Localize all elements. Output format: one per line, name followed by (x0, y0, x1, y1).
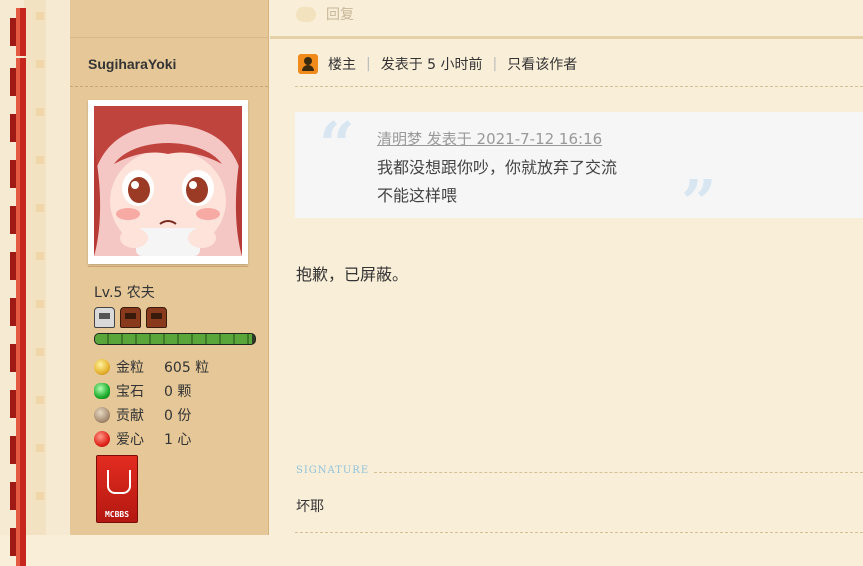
bead-decoration (36, 156, 44, 164)
bead-decoration (36, 444, 44, 452)
divider (295, 86, 863, 87)
signature-text: 坏耶 (296, 499, 324, 515)
experience-bar (94, 333, 256, 345)
username-link[interactable]: SugiharaYoki (88, 56, 176, 72)
open-quote-icon: “ (319, 108, 355, 181)
divider (374, 472, 863, 473)
reply-label: 回复 (326, 7, 354, 23)
bead-decoration (36, 396, 44, 404)
stat-value: 1 心 (164, 432, 192, 448)
gold-nugget-icon (94, 359, 110, 375)
brick-decoration (10, 196, 26, 244)
close-quote-icon: ” (681, 166, 717, 239)
user-level: Lv.5 农夫 (94, 285, 155, 301)
stat-value: 0 颗 (164, 384, 192, 400)
stat-label: 贡献 (116, 408, 144, 424)
brick-decoration (10, 150, 26, 198)
bead-decoration (36, 492, 44, 500)
avatar-image (94, 106, 242, 256)
quote-source-link[interactable]: 清明梦 发表于 2021-7-12 16:16 (377, 128, 602, 149)
quote-text: 我都没想跟你吵，你就放弃了交流 (377, 158, 618, 177)
divider (88, 266, 248, 267)
brick-decoration (10, 426, 26, 474)
badge-icon[interactable] (94, 307, 115, 328)
speech-bubble-icon (296, 6, 316, 22)
heart-apple-icon (94, 431, 110, 447)
brick-decoration (10, 518, 26, 566)
gem-icon (94, 383, 110, 399)
reply-button[interactable]: 回复 (296, 4, 354, 24)
badge-icon[interactable] (120, 307, 141, 328)
signature-label: SIGNATURE (296, 465, 370, 476)
brick-decoration (10, 8, 26, 56)
user-panel-top (70, 0, 268, 38)
contribution-icon (94, 407, 110, 423)
post-time: 发表于 5 小时前 (380, 57, 483, 73)
avatar[interactable] (88, 100, 248, 264)
brick-decoration (10, 58, 26, 106)
decorative-border (0, 0, 70, 566)
brick-decoration (10, 288, 26, 336)
bead-decoration (36, 108, 44, 116)
medal-icon[interactable]: MCBBS (96, 455, 138, 523)
bead-decoration (36, 12, 44, 20)
medal-label: MCBBS (104, 510, 130, 519)
bead-decoration (36, 252, 44, 260)
stat-gem: 宝石 0 颗 (94, 379, 209, 403)
bead-decoration (36, 300, 44, 308)
post-content: 回复 楼主 | 发表于 5 小时前 | 只看该作者 “ ” 清明梦 发表于 20… (270, 0, 863, 535)
badge-icon[interactable] (146, 307, 167, 328)
stat-love: 爱心 1 心 (94, 427, 209, 451)
thread-owner-icon (298, 54, 318, 74)
only-author-link[interactable]: 只看该作者 (507, 54, 577, 74)
stat-label: 爱心 (116, 432, 144, 448)
bead-decoration (36, 348, 44, 356)
cup-icon (107, 470, 131, 494)
bead-decoration (36, 60, 44, 68)
quote-block: “ ” 清明梦 发表于 2021-7-12 16:16 我都没想跟你吵，你就放弃… (295, 108, 863, 234)
post-body: 抱歉，已屏蔽。 (296, 265, 409, 284)
separator: | (492, 56, 498, 72)
brick-decoration (10, 242, 26, 290)
stat-label: 宝石 (116, 384, 144, 400)
brick-decoration (10, 472, 26, 520)
user-info-panel: SugiharaYoki Lv.5 农夫 金粒 605 粒 宝石 0 颗 贡献 … (70, 0, 269, 535)
stat-value: 0 份 (164, 408, 192, 424)
post-meta: 楼主 | 发表于 5 小时前 | 只看该作者 (298, 54, 577, 74)
divider (70, 86, 268, 87)
divider (295, 532, 863, 533)
previous-post-footer: 回复 (270, 0, 863, 39)
brick-decoration (10, 380, 26, 428)
brick-decoration (10, 104, 26, 152)
separator: | (366, 56, 371, 72)
brick-decoration (10, 334, 26, 382)
experience-bar-fill (95, 334, 252, 344)
stat-gold: 金粒 605 粒 (94, 355, 209, 379)
floor-label: 楼主 (328, 57, 356, 73)
bead-decoration (36, 204, 44, 212)
quote-text: 不能这样喂 (377, 186, 458, 205)
stat-value: 605 粒 (164, 360, 210, 376)
user-stats: 金粒 605 粒 宝石 0 颗 贡献 0 份 爱心 1 心 (94, 355, 209, 451)
stat-contribution: 贡献 0 份 (94, 403, 209, 427)
stat-label: 金粒 (116, 360, 144, 376)
badge-row (94, 307, 167, 328)
